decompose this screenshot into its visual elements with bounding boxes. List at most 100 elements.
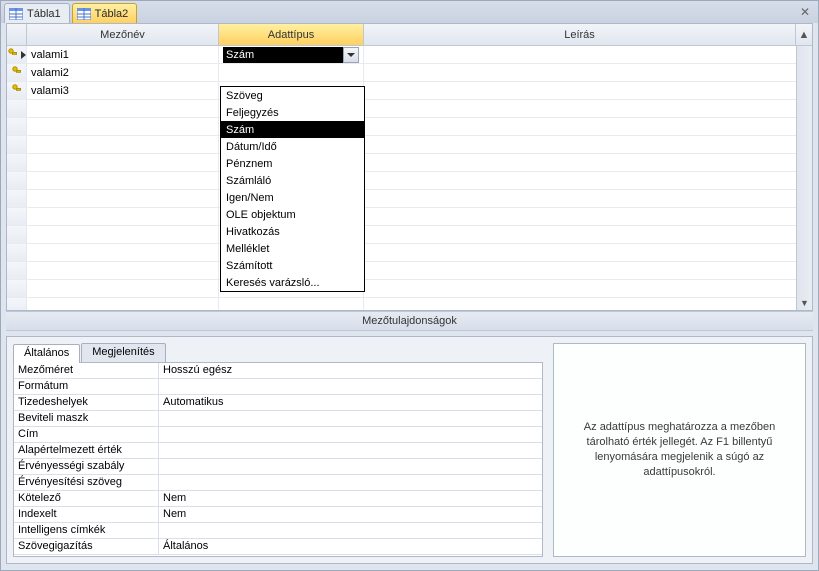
datatype-option[interactable]: Feljegyzés (221, 104, 364, 121)
datatype-cell[interactable] (219, 298, 364, 310)
empty-field-row[interactable] (7, 190, 812, 208)
description-cell[interactable] (364, 172, 812, 189)
field-row[interactable]: valami2 (7, 64, 812, 82)
row-selector[interactable] (7, 100, 27, 117)
property-value[interactable]: Hosszú egész (159, 363, 542, 378)
description-cell[interactable] (364, 154, 812, 171)
property-row[interactable]: Alapértelmezett érték (14, 443, 542, 459)
vertical-scrollbar[interactable]: ▼ (796, 46, 812, 310)
description-cell[interactable] (364, 298, 812, 310)
column-header-datatype[interactable]: Adattípus (219, 24, 364, 45)
property-row[interactable]: SzövegigazításÁltalános (14, 539, 542, 555)
description-cell[interactable] (364, 64, 812, 81)
empty-field-row[interactable] (7, 172, 812, 190)
empty-field-row[interactable] (7, 118, 812, 136)
row-selector[interactable] (7, 82, 27, 99)
property-row[interactable]: Beviteli maszk (14, 411, 542, 427)
property-value[interactable] (159, 379, 542, 394)
fieldname-cell[interactable] (27, 100, 219, 117)
property-row[interactable]: Érvényességi szabály (14, 459, 542, 475)
row-selector[interactable] (7, 244, 27, 261)
datatype-option[interactable]: Igen/Nem (221, 189, 364, 206)
empty-field-row[interactable] (7, 226, 812, 244)
description-cell[interactable] (364, 46, 812, 63)
row-selector[interactable] (7, 226, 27, 243)
row-selector[interactable] (7, 172, 27, 189)
fieldname-cell[interactable] (27, 172, 219, 189)
datatype-cell[interactable] (219, 64, 364, 81)
datatype-option[interactable]: OLE objektum (221, 206, 364, 223)
fieldname-cell[interactable] (27, 190, 219, 207)
property-row[interactable]: KötelezőNem (14, 491, 542, 507)
property-row[interactable]: Cím (14, 427, 542, 443)
property-value[interactable]: Automatikus (159, 395, 542, 410)
fieldname-cell[interactable]: valami1 (27, 46, 219, 63)
property-row[interactable]: Érvényesítési szöveg (14, 475, 542, 491)
property-row[interactable]: IndexeltNem (14, 507, 542, 523)
fieldname-cell[interactable] (27, 244, 219, 261)
datatype-option[interactable]: Melléklet (221, 240, 364, 257)
empty-field-row[interactable] (7, 262, 812, 280)
datatype-option[interactable]: Számláló (221, 172, 364, 189)
fieldname-cell[interactable] (27, 262, 219, 279)
property-value[interactable] (159, 475, 542, 490)
row-selector[interactable] (7, 154, 27, 171)
dropdown-toggle-button[interactable] (343, 47, 359, 63)
description-cell[interactable] (364, 82, 812, 99)
property-value[interactable]: Nem (159, 507, 542, 522)
datatype-dropdown-list[interactable]: Szöveg Feljegyzés Szám Dátum/Idő Pénznem… (220, 86, 365, 292)
scroll-down-arrow-icon[interactable]: ▼ (800, 296, 809, 310)
description-cell[interactable] (364, 136, 812, 153)
property-value[interactable] (159, 411, 542, 426)
description-cell[interactable] (364, 280, 812, 297)
property-tab-general[interactable]: Általános (13, 344, 80, 363)
object-tab-tabla2[interactable]: Tábla2 (72, 3, 138, 23)
empty-field-row[interactable] (7, 298, 812, 310)
description-cell[interactable] (364, 262, 812, 279)
property-row[interactable]: Intelligens címkék (14, 523, 542, 539)
column-header-description[interactable]: Leírás (364, 24, 796, 45)
fieldname-cell[interactable] (27, 154, 219, 171)
property-value[interactable] (159, 459, 542, 474)
description-cell[interactable] (364, 118, 812, 135)
property-value[interactable] (159, 443, 542, 458)
property-value[interactable] (159, 427, 542, 442)
property-row[interactable]: MezőméretHosszú egész (14, 363, 542, 379)
close-tab-button[interactable]: ✕ (798, 5, 812, 19)
row-selector[interactable] (7, 190, 27, 207)
datatype-option[interactable]: Hivatkozás (221, 223, 364, 240)
fieldname-cell[interactable] (27, 298, 219, 310)
empty-field-row[interactable] (7, 154, 812, 172)
fieldname-cell[interactable] (27, 226, 219, 243)
datatype-option[interactable]: Keresés varázsló... (221, 274, 364, 291)
datatype-option[interactable]: Szöveg (221, 87, 364, 104)
row-selector[interactable] (7, 208, 27, 225)
datatype-cell[interactable]: Szám (219, 46, 364, 63)
datatype-option[interactable]: Pénznem (221, 155, 364, 172)
description-cell[interactable] (364, 208, 812, 225)
row-selector[interactable] (7, 298, 27, 310)
property-tab-lookup[interactable]: Megjelenítés (81, 343, 165, 362)
property-value[interactable]: Nem (159, 491, 542, 506)
field-row[interactable]: valami3 (7, 82, 812, 100)
empty-field-row[interactable] (7, 244, 812, 262)
column-header-fieldname[interactable]: Mezőnév (27, 24, 219, 45)
fieldname-cell[interactable] (27, 118, 219, 135)
property-row[interactable]: Formátum (14, 379, 542, 395)
property-value[interactable] (159, 523, 542, 538)
row-selector[interactable] (7, 46, 27, 63)
field-row[interactable]: valami1 Szám (7, 46, 812, 64)
description-cell[interactable] (364, 190, 812, 207)
row-selector[interactable] (7, 64, 27, 81)
object-tab-tabla1[interactable]: Tábla1 (4, 3, 70, 23)
datatype-option[interactable]: Számított (221, 257, 364, 274)
fieldname-cell[interactable] (27, 280, 219, 297)
empty-field-row[interactable] (7, 136, 812, 154)
fieldname-cell[interactable] (27, 208, 219, 225)
property-value[interactable]: Általános (159, 539, 542, 554)
fieldname-cell[interactable]: valami2 (27, 64, 219, 81)
row-selector[interactable] (7, 262, 27, 279)
fieldname-cell[interactable]: valami3 (27, 82, 219, 99)
description-cell[interactable] (364, 100, 812, 117)
datatype-option-selected[interactable]: Szám (221, 121, 364, 138)
